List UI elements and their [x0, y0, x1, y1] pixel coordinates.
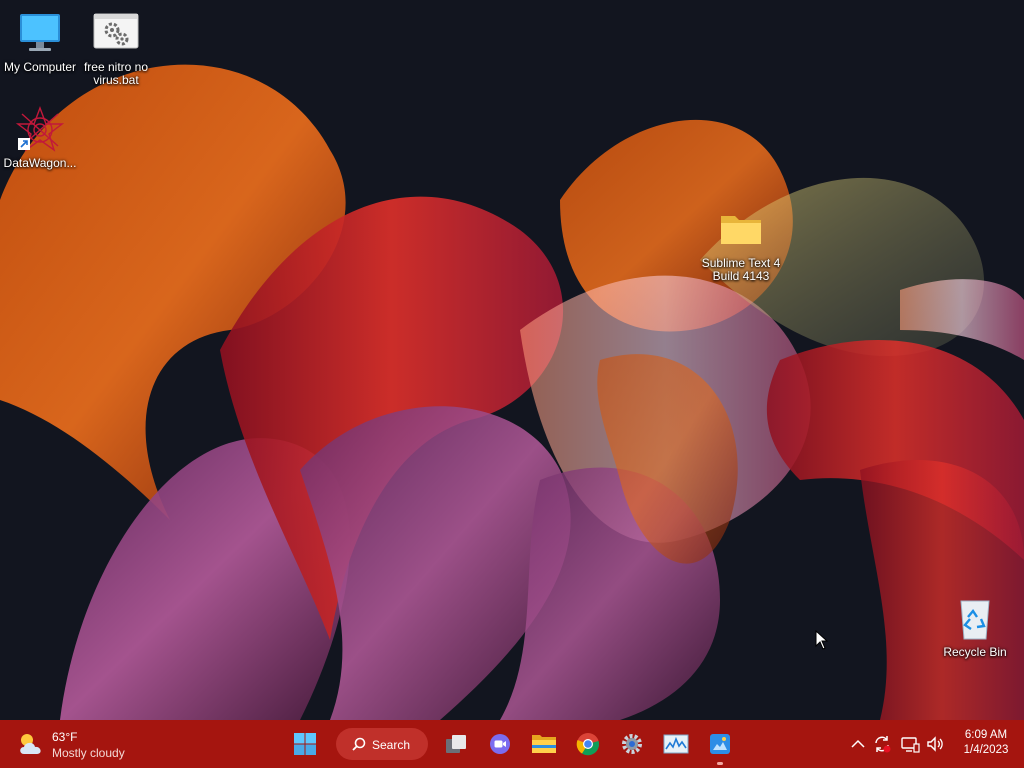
- desktop-icon-datawagon[interactable]: DataWagon...: [0, 106, 80, 170]
- settings-icon: [622, 734, 642, 754]
- desktop-icon-recycle-bin[interactable]: Recycle Bin: [935, 595, 1015, 659]
- monitor-icon: [16, 10, 64, 58]
- chrome-button[interactable]: [572, 728, 604, 760]
- desktop-icon-label: free nitro no virus.bat: [83, 60, 149, 87]
- taskbar: 63°F Mostly cloudy Search 6:09 AM 1/4/20…: [0, 720, 1024, 768]
- resource-monitor-button[interactable]: [660, 728, 692, 760]
- resource-monitor-icon: [663, 734, 689, 754]
- chevron-up-icon[interactable]: [848, 734, 868, 754]
- sync-icon[interactable]: [872, 734, 892, 754]
- desktop-icon-label: Sublime Text 4 Build 4143: [701, 256, 781, 283]
- file-explorer-icon: [532, 735, 556, 753]
- clock-date: 1/4/2023: [963, 744, 1009, 756]
- weather-condition: Mostly cloudy: [52, 746, 125, 760]
- search-button[interactable]: Search: [336, 728, 428, 760]
- batch-file-gear-icon: [92, 10, 140, 58]
- active-app-indicator: [717, 762, 723, 765]
- file-explorer-button[interactable]: [528, 728, 560, 760]
- clock-time: 6:09 AM: [964, 729, 1008, 741]
- desktop-icon-label: My Computer: [3, 60, 77, 74]
- desktop-icon-label: Recycle Bin: [943, 645, 1007, 659]
- wallpaper: [0, 0, 1024, 720]
- weather-widget[interactable]: 63°F Mostly cloudy: [14, 726, 154, 762]
- desktop-icon-free-nitro-bat[interactable]: free nitro no virus.bat: [76, 10, 156, 87]
- taskbar-clock[interactable]: 6:09 AM 1/4/2023: [952, 728, 1020, 758]
- recycle-bin-icon: [951, 595, 999, 643]
- task-view-icon: [446, 735, 466, 753]
- search-icon: [352, 737, 366, 751]
- mouse-cursor-icon: [815, 630, 829, 650]
- folder-icon: [717, 206, 765, 254]
- paint-button[interactable]: [704, 728, 736, 760]
- desktop-icon-my-computer[interactable]: My Computer: [0, 10, 80, 74]
- teams-chat-button[interactable]: [484, 728, 516, 760]
- windows-start-icon: [294, 733, 316, 755]
- teams-chat-icon: [490, 734, 510, 754]
- partly-cloudy-icon: [20, 734, 41, 754]
- search-label: Search: [372, 738, 411, 752]
- desktop[interactable]: My Computer free nitro no virus.bat Data…: [0, 0, 1024, 720]
- network-icon[interactable]: [900, 734, 920, 754]
- task-view-button[interactable]: [440, 728, 472, 760]
- desktop-icon-sublime-text-folder[interactable]: Sublime Text 4 Build 4143: [701, 206, 781, 283]
- settings-button[interactable]: [616, 728, 648, 760]
- volume-icon[interactable]: [925, 734, 945, 754]
- paint-icon: [710, 734, 730, 754]
- chrome-icon: [576, 733, 600, 756]
- datawagon-shortcut-icon: [15, 106, 65, 154]
- start-button[interactable]: [289, 728, 321, 760]
- weather-temperature: 63°F: [52, 730, 78, 744]
- desktop-icon-label: DataWagon...: [3, 156, 77, 170]
